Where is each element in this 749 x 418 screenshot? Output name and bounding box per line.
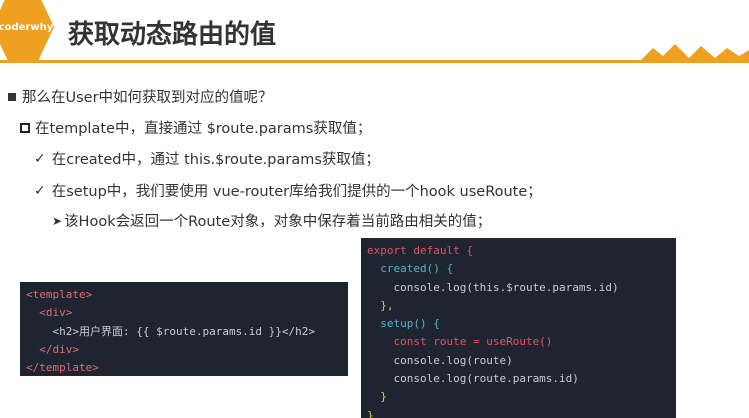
code-line: <template> xyxy=(26,288,93,301)
code-line: } xyxy=(367,408,374,418)
header-divider xyxy=(0,60,749,63)
code-line: <div> xyxy=(26,306,73,320)
logo-text: coderwhy xyxy=(0,21,54,33)
code-line: </div> xyxy=(26,342,79,356)
page-title: 获取动态路由的值 xyxy=(68,20,277,50)
code-line: export default { xyxy=(367,244,473,257)
code-line: created() { xyxy=(367,262,454,276)
checkmark-icon: ✓ xyxy=(34,182,46,199)
code-line: console.log(route) xyxy=(367,353,513,367)
bullet-level1: 那么在User中如何获取到对应的值呢？ xyxy=(8,86,273,107)
code-line: console.log(this.$route.params.id) xyxy=(367,280,619,294)
slide-header: coderwhy 获取动态路由的值 xyxy=(0,0,749,64)
bullet-level4-text: 该Hook会返回一个Route对象，对象中保存着当前路由相关的值； xyxy=(64,214,492,230)
bullet-level3-created-text: 在created中，通过 this.$route.params获取值； xyxy=(51,152,380,168)
bullet-level2: 在template中，直接通过 $route.params获取值； xyxy=(20,117,371,138)
arrow-right-icon: ➤ xyxy=(52,213,63,228)
bullet-level1-text: 那么在User中如何获取到对应的值呢？ xyxy=(22,90,273,106)
bullet-level4: ➤ 该Hook会返回一个Route对象，对象中保存着当前路由相关的值； xyxy=(52,210,491,231)
bullet-level3-setup-text: 在setup中，我们要使用 vue-router库给我们提供的一个hook us… xyxy=(51,184,542,200)
code-line: const route = useRoute() xyxy=(367,335,553,349)
template-code-block: <template> <div> <h2>用户界面: {{ $route.par… xyxy=(20,282,348,376)
mountains-icon xyxy=(639,44,749,62)
filled-square-icon xyxy=(8,92,16,101)
code-line: } xyxy=(367,390,387,404)
coderwhy-logo: coderwhy xyxy=(0,0,54,60)
code-line: }, xyxy=(367,298,394,312)
code-line: </template> xyxy=(26,361,99,375)
code-line: console.log(route.params.id) xyxy=(367,372,579,386)
open-square-icon xyxy=(20,122,30,133)
bullet-level2-text: 在template中，直接通过 $route.params获取值； xyxy=(35,121,372,137)
bullet-level3-setup: ✓ 在setup中，我们要使用 vue-router库给我们提供的一个hook … xyxy=(34,180,542,201)
code-line: setup() { xyxy=(367,317,440,331)
bullet-level3-created: ✓ 在created中，通过 this.$route.params获取值； xyxy=(34,148,380,169)
code-line: <h2>用户界面: {{ $route.params.id }}</h2> xyxy=(26,324,316,338)
checkmark-icon: ✓ xyxy=(34,150,46,167)
script-code-block: export default { created() { console.log… xyxy=(361,238,676,418)
